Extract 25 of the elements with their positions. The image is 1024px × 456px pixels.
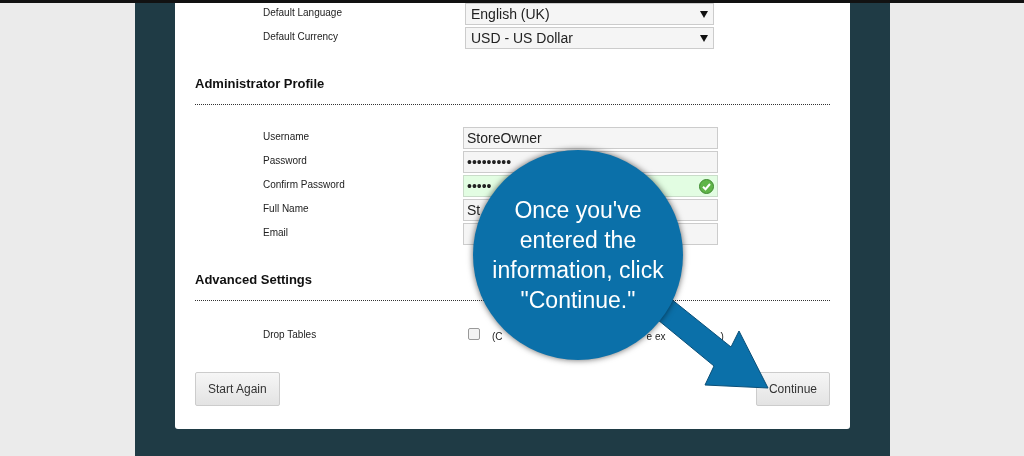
dropdown-arrow-icon [700, 34, 708, 42]
field-label: Username [263, 130, 311, 144]
checkmark-icon [699, 178, 714, 194]
callout-text: entered the [519, 226, 637, 255]
section-heading: Administrator Profile [195, 76, 325, 91]
callout-text: information, click [492, 256, 664, 285]
section-heading: Advanced Settings [195, 272, 313, 287]
select-field[interactable]: USD - US Dollar [465, 27, 714, 49]
field-label: Confirm Password [263, 178, 346, 192]
field-label: Drop Tables [263, 328, 318, 342]
dropdown-arrow-icon [700, 10, 708, 18]
input-field[interactable]: StoreOwner [463, 127, 718, 149]
select-field[interactable]: English (UK) [465, 3, 714, 25]
callout-text: Once you've [514, 196, 642, 225]
form-button[interactable]: Continue [755, 372, 830, 406]
field-label: Full Name [263, 202, 310, 216]
hint-text-fragment: e ex [646, 330, 666, 344]
field-label: Default Language [263, 6, 343, 20]
field-label: Password [263, 154, 308, 168]
field-label: Default Currency [263, 30, 340, 44]
form-button[interactable]: Start Again [195, 372, 280, 406]
checkbox[interactable] [468, 328, 480, 340]
callout-text: "Continue." [520, 286, 636, 315]
hint-text-fragment: (C [492, 330, 503, 344]
field-label: Email [263, 226, 289, 240]
